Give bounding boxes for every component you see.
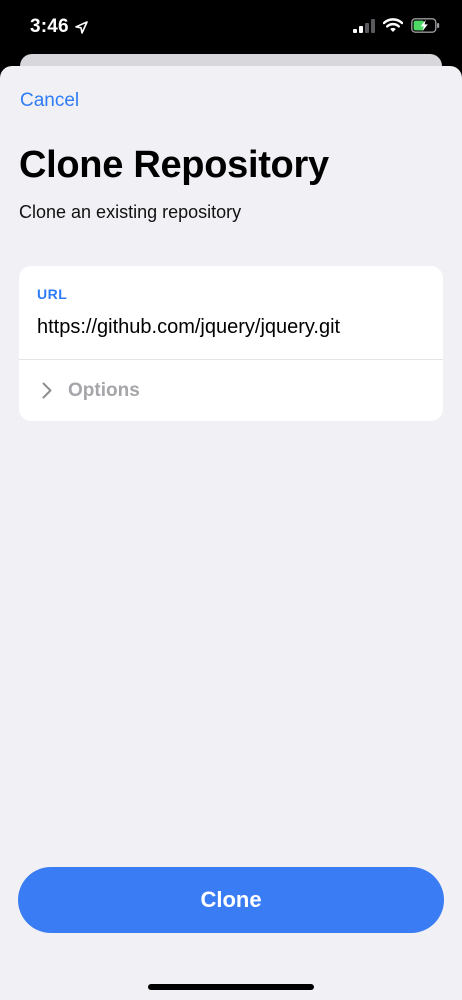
url-input[interactable]: [37, 312, 427, 342]
cancel-button[interactable]: Cancel: [20, 90, 79, 112]
options-disclosure[interactable]: Options: [19, 360, 443, 421]
url-label: URL: [37, 286, 68, 302]
status-time: 3:46: [30, 16, 88, 38]
clone-sheet: Cancel Clone Repository Clone an existin…: [0, 66, 462, 1000]
repository-form-card: URL Options: [19, 266, 443, 421]
status-time-text: 3:46: [30, 16, 69, 37]
location-arrow-icon: [75, 20, 88, 34]
wifi-icon: [383, 18, 403, 32]
status-bar: 3:46: [0, 0, 462, 56]
page-subtitle: Clone an existing repository: [19, 202, 242, 222]
cellular-signal-icon: [353, 18, 375, 33]
options-label: Options: [68, 379, 140, 401]
status-icons: [353, 18, 440, 33]
battery-charging-icon: [411, 18, 440, 33]
home-indicator: [148, 984, 314, 990]
chevron-right-icon: [39, 381, 55, 401]
page-title: Clone Repository: [19, 144, 329, 186]
clone-button[interactable]: Clone: [18, 867, 444, 933]
